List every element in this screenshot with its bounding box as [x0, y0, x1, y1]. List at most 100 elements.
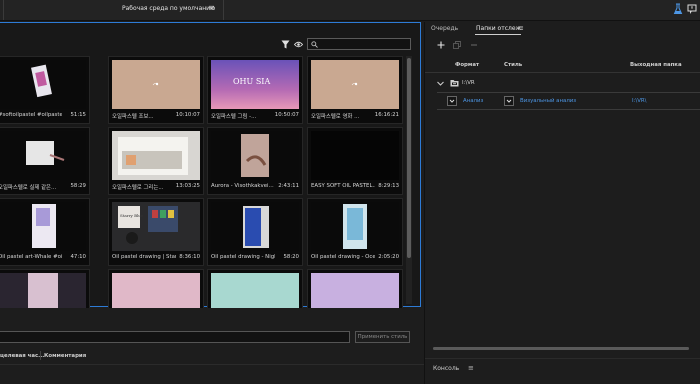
media-thumbnail[interactable]: [211, 202, 299, 251]
media-duration: 47:10: [70, 254, 86, 260]
style-dropdown[interactable]: [504, 96, 514, 106]
folder-icon: [450, 80, 459, 87]
media-thumbnail[interactable]: [211, 131, 299, 180]
search-input[interactable]: [307, 38, 411, 50]
media-thumbnail[interactable]: [0, 131, 86, 180]
watch-folder-row[interactable]: I:\VR: [425, 76, 700, 90]
media-scrollbar[interactable]: [406, 56, 412, 304]
header-divider: [425, 72, 700, 73]
media-tile[interactable]: 오일파스텔로 실제 같은... 58:29: [0, 127, 90, 195]
format-link[interactable]: Анализ: [463, 98, 483, 104]
media-grid: #softoilpastel #oilpastel #... 51:15 오일파스텔…: [0, 56, 404, 308]
top-bar-divider: [223, 0, 224, 20]
console-title: Консоль: [433, 365, 460, 372]
column-header-comments[interactable]: Комментария: [44, 353, 86, 359]
media-duration: 58:29: [70, 183, 86, 189]
media-thumbnail[interactable]: [311, 60, 399, 109]
feedback-icon[interactable]: [687, 3, 697, 15]
console-menu-icon[interactable]: ≡: [468, 364, 474, 372]
media-title: EASY SOFT OIL PASTEL...: [311, 183, 375, 189]
media-tile[interactable]: Oil pastel art-Whale #oilp... 47:10: [0, 198, 90, 266]
column-separator: [40, 351, 41, 360]
tab-active-indicator: [475, 34, 521, 35]
style-input[interactable]: [0, 331, 350, 343]
media-thumbnail[interactable]: [311, 202, 399, 251]
header-format: Формат: [455, 62, 480, 68]
workspace-menu-icon[interactable]: ≡: [208, 3, 215, 12]
watch-folders-panel: Очередь Папки отслеж. ≡ Формат Стиль Вых…: [424, 22, 700, 384]
media-tile[interactable]: [207, 269, 303, 308]
column-header-target[interactable]: целевая час...: [0, 353, 44, 359]
media-tile[interactable]: Aurora - Visothkakvei... 2:43:11: [207, 127, 303, 195]
media-title: 오일파스텔로 영화 ...: [311, 114, 360, 120]
media-duration: 2:43:11: [278, 183, 299, 189]
media-scrollbar-thumb[interactable]: [407, 58, 411, 258]
media-thumbnail[interactable]: Starry Blue: [112, 202, 200, 251]
media-duration: 10:10:07: [175, 112, 200, 118]
header-output-folder: Выходная папка: [630, 62, 682, 68]
media-tile[interactable]: 오일파스텔로 그리는... 13:03:25: [108, 127, 204, 195]
media-duration: 8:29:13: [378, 183, 399, 189]
style-link[interactable]: Визуальный анализ: [520, 98, 576, 104]
media-tile[interactable]: EASY SOFT OIL PASTEL... 8:29:13: [307, 127, 403, 195]
media-thumbnail[interactable]: [0, 202, 86, 251]
media-tile[interactable]: #softoilpastel #oilpastel #... 51:15: [0, 56, 90, 124]
media-thumbnail[interactable]: [211, 273, 299, 308]
chevron-down-icon: [449, 99, 455, 103]
flask-icon[interactable]: [673, 3, 683, 15]
media-duration: 58:20: [283, 254, 299, 260]
media-thumbnail[interactable]: [0, 60, 86, 109]
tab-menu-icon[interactable]: ≡: [518, 24, 524, 32]
apply-style-button[interactable]: Применить стиль: [355, 331, 410, 343]
media-thumbnail[interactable]: [311, 273, 399, 308]
output-folder-link[interactable]: I:\VR\: [632, 98, 646, 104]
remove-icon[interactable]: [470, 41, 478, 49]
media-tile[interactable]: 오일파스텔로 영화 ... 16:16:21: [307, 56, 403, 124]
format-dropdown[interactable]: [447, 96, 457, 106]
tab-queue[interactable]: Очередь: [431, 25, 458, 32]
media-title: 오일파스텔 그림 -...: [211, 114, 257, 120]
media-tile[interactable]: [108, 269, 204, 308]
top-bar-divider: [3, 0, 4, 20]
output-preset-row[interactable]: Анализ Визуальный анализ I:\VR\: [437, 92, 700, 110]
media-title: 오일파스텔 조보...: [112, 114, 154, 120]
media-duration: 2:05:20: [378, 254, 399, 260]
media-title: Aurora - Visothkakvei...: [211, 183, 274, 189]
media-title: Oil pastel drawing - Night...: [211, 254, 275, 260]
tab-watch-folders[interactable]: Папки отслеж.: [476, 25, 523, 32]
filter-icon[interactable]: [281, 40, 290, 49]
media-tile[interactable]: [0, 269, 90, 308]
chevron-down-icon[interactable]: [436, 79, 445, 88]
media-tile[interactable]: Oil pastel drawing - Ocea...2:05:20: [307, 198, 403, 266]
media-duration: 10:50:07: [274, 112, 299, 118]
media-tile[interactable]: Oil pastel drawing - Night... 58:20: [207, 198, 303, 266]
media-thumbnail[interactable]: OHU SIA: [211, 60, 299, 109]
media-tile[interactable]: 오일파스텔 조보... 10:10:07: [108, 56, 204, 124]
panel-divider: [425, 358, 700, 359]
media-thumbnail[interactable]: [112, 60, 200, 109]
media-browser-panel: #softoilpastel #oilpastel #... 51:15 오일파스텔…: [0, 22, 421, 308]
thumbnail-overlay-text: OHU SIA: [233, 77, 270, 86]
panel-scrollbar-thumb[interactable]: [433, 347, 689, 350]
media-thumbnail[interactable]: [0, 273, 86, 308]
media-thumbnail[interactable]: [112, 131, 200, 180]
media-title: Oil pastel drawing - Ocea...: [311, 254, 375, 260]
eye-icon[interactable]: [294, 41, 303, 48]
media-tile[interactable]: OHU SIA 오일파스텔 그림 -... 10:50:07: [207, 56, 303, 124]
media-title: 오일파스텔로 실제 같은...: [0, 185, 57, 191]
media-thumbnail[interactable]: [112, 273, 200, 308]
add-icon[interactable]: [437, 41, 445, 49]
chevron-down-icon: [506, 99, 512, 103]
workspace-title[interactable]: Рабочая среда по умолчанию: [122, 5, 215, 12]
media-tile[interactable]: Starry Blue Oil pastel drawing | Star... 8…: [108, 198, 204, 266]
media-duration: 16:16:21: [374, 112, 399, 118]
media-duration: 13:03:25: [175, 183, 200, 189]
media-title: #softoilpastel #oilpastel #...: [0, 112, 62, 118]
header-style: Стиль: [504, 62, 523, 68]
panel-horizontal-scrollbar[interactable]: [433, 347, 689, 350]
media-thumbnail[interactable]: [311, 131, 399, 180]
media-tile[interactable]: [307, 269, 403, 308]
panel-divider: [0, 364, 424, 365]
duplicate-icon[interactable]: [453, 41, 461, 49]
media-duration: 51:15: [70, 112, 86, 118]
